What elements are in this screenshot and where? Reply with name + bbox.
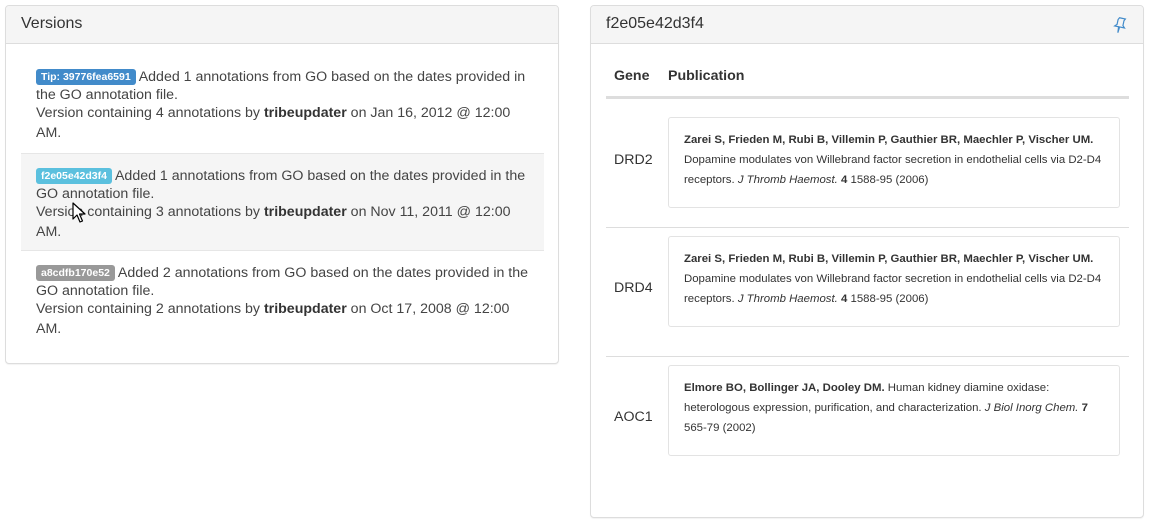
publication-authors: Zarei S, Frieden M, Rubi B, Villemin P, … [684, 134, 1094, 146]
version-user: tribeupdater [263, 105, 347, 121]
version-info: Version containing 2 annotations by trib… [36, 300, 529, 339]
version-badge[interactable]: f2e05e42d3f4 [36, 168, 112, 184]
version-badge[interactable]: Tip: 39776fea6591 [36, 69, 136, 85]
gene-cell: AOC1 [614, 409, 653, 425]
publication-journal: J Biol Inorg Chem. [984, 402, 1079, 414]
version-user: tribeupdater [263, 204, 347, 220]
column-header-publication: Publication [668, 68, 745, 84]
version-detail-title: f2e05e42d3f4 [606, 15, 704, 32]
versions-panel-title: Versions [6, 6, 558, 44]
publication-journal: J Thromb Haemost. [737, 174, 838, 186]
publication-card: Elmore BO, Bollinger JA, Dooley DM. Huma… [668, 365, 1120, 456]
version-detail-panel-heading: f2e05e42d3f4 [591, 6, 1143, 44]
version-info-prefix: Version containing 2 annotations by [36, 301, 264, 317]
publication-volume: 7 [1081, 402, 1088, 414]
table-row: AOC1 Elmore BO, Bollinger JA, Dooley DM.… [606, 356, 1129, 485]
version-info: Version containing 4 annotations by trib… [36, 104, 529, 143]
publication-pages: 565-79 (2002) [684, 422, 756, 434]
table-row: DRD2 Zarei S, Frieden M, Rubi B, Villemi… [606, 98, 1129, 227]
annotations-table: Gene Publication DRD2 Zarei S, Frieden M… [606, 55, 1129, 485]
publication-authors: Zarei S, Frieden M, Rubi B, Villemin P, … [684, 253, 1094, 265]
mouse-cursor-icon [72, 202, 86, 223]
version-description: a8cdfb170e52 Added 2 annotations from GO … [36, 264, 529, 300]
gene-cell: DRD4 [614, 280, 653, 296]
publication-card: Zarei S, Frieden M, Rubi B, Villemin P, … [668, 236, 1120, 327]
column-header-gene: Gene [614, 68, 650, 84]
version-description: Tip: 39776fea6591 Added 1 annotations fro… [36, 68, 529, 104]
publication-authors: Elmore BO, Bollinger JA, Dooley DM. [684, 382, 885, 394]
versions-panel: Versions Tip: 39776fea6591 Added 1 annota… [5, 5, 559, 364]
table-row: DRD4 Zarei S, Frieden M, Rubi B, Villemi… [606, 227, 1129, 356]
publication-pages: 1588-95 (2006) [847, 293, 929, 305]
version-info-prefix: Version containing 3 annotations by [36, 204, 264, 220]
version-detail-panel: f2e05e42d3f4 Gene Publication DRD2 Zarei… [590, 5, 1144, 518]
version-list: Tip: 39776fea6591 Added 1 annotations fro… [21, 55, 544, 346]
pushpin-icon[interactable] [1113, 16, 1127, 34]
version-user: tribeupdater [263, 301, 347, 317]
version-badge[interactable]: a8cdfb170e52 [36, 265, 115, 281]
version-info: Version containing 3 annotations by trib… [36, 203, 529, 242]
version-item-active[interactable]: f2e05e42d3f4 Added 1 annotations from GO … [21, 153, 544, 250]
gene-cell: DRD2 [614, 152, 653, 168]
publication-card: Zarei S, Frieden M, Rubi B, Villemin P, … [668, 117, 1120, 208]
publication-pages: 1588-95 (2006) [847, 174, 929, 186]
version-item[interactable]: a8cdfb170e52 Added 2 annotations from GO … [21, 250, 544, 346]
version-description: f2e05e42d3f4 Added 1 annotations from GO … [36, 167, 529, 203]
version-info-prefix: Version containing 4 annotations by [36, 105, 264, 121]
publication-journal: J Thromb Haemost. [737, 293, 838, 305]
version-item[interactable]: Tip: 39776fea6591 Added 1 annotations fro… [21, 55, 544, 153]
table-header: Gene Publication [606, 55, 1129, 98]
